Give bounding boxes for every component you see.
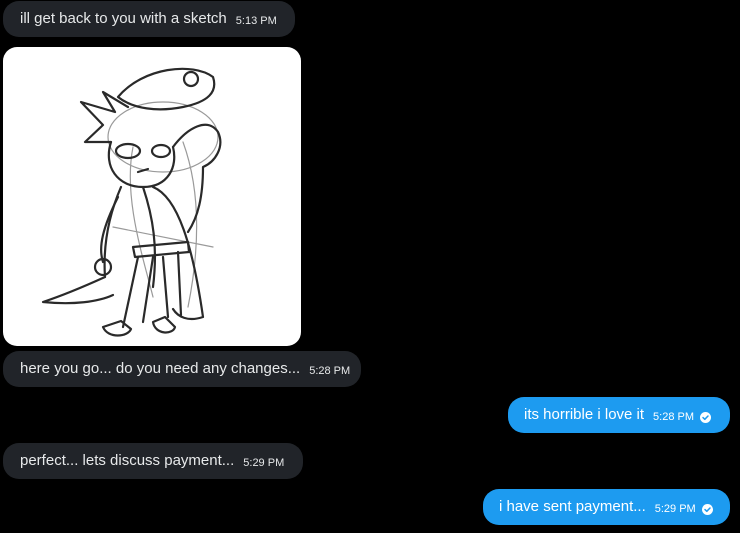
message-received[interactable]: here you go... do you need any changes..…	[3, 351, 361, 387]
message-text: here you go... do you need any changes..…	[20, 360, 301, 377]
message-text: its horrible i love it	[524, 406, 645, 423]
message-text: perfect... lets discuss payment...	[20, 452, 235, 469]
message-timestamp: 5:29 PM	[243, 457, 285, 469]
message-text: i have sent payment...	[499, 498, 646, 515]
read-check-icon	[701, 503, 713, 515]
sketch-drawing	[41, 67, 222, 337]
message-timestamp: 5:28 PM	[309, 365, 351, 377]
message-timestamp: 5:13 PM	[235, 15, 277, 27]
message-received[interactable]: perfect... lets discuss payment... 5:29 …	[3, 443, 303, 479]
message-sent[interactable]: its horrible i love it 5:28 PM	[508, 397, 730, 433]
message-sent[interactable]: i have sent payment... 5:29 PM	[483, 489, 730, 525]
image-attachment[interactable]	[3, 47, 301, 346]
read-check-icon	[700, 411, 712, 423]
message-received[interactable]: ill get back to you with a sketch 5:13 P…	[3, 1, 295, 37]
message-text: ill get back to you with a sketch	[20, 10, 227, 27]
message-timestamp: 5:29 PM	[654, 503, 696, 515]
message-timestamp: 5:28 PM	[653, 411, 695, 423]
